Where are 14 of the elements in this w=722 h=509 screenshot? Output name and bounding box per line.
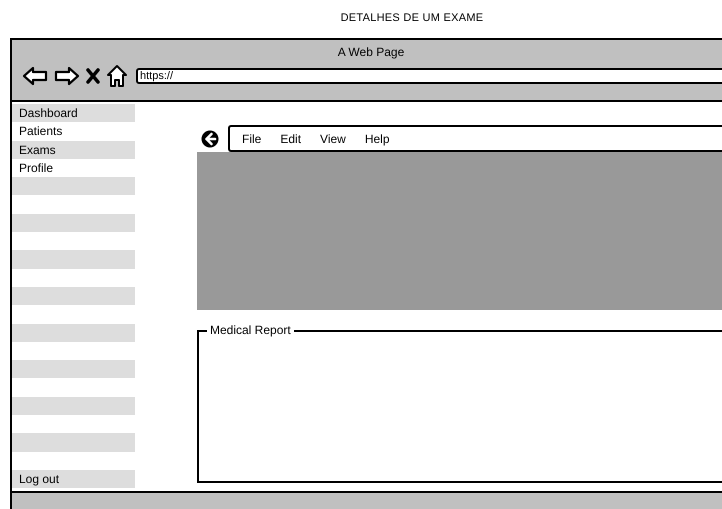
window-title: A Web Page xyxy=(338,44,404,61)
forward-icon[interactable] xyxy=(54,65,80,87)
page-title: DETALHES DE UM EXAME xyxy=(340,10,484,26)
sidebar-item[interactable]: Dashboard xyxy=(12,104,135,122)
home-icon[interactable] xyxy=(106,64,128,88)
menu-item[interactable]: File xyxy=(242,130,262,148)
url-field[interactable]: https:// xyxy=(136,68,722,84)
sidebar-item[interactable]: Log out xyxy=(12,470,135,488)
back-icon[interactable] xyxy=(22,65,48,87)
menu-item[interactable]: View xyxy=(320,130,346,148)
close-icon[interactable] xyxy=(86,68,100,84)
sidebar-item[interactable]: Exams xyxy=(12,140,135,159)
menu-item[interactable]: Help xyxy=(364,130,390,148)
menu-item[interactable]: Edit xyxy=(280,130,302,148)
